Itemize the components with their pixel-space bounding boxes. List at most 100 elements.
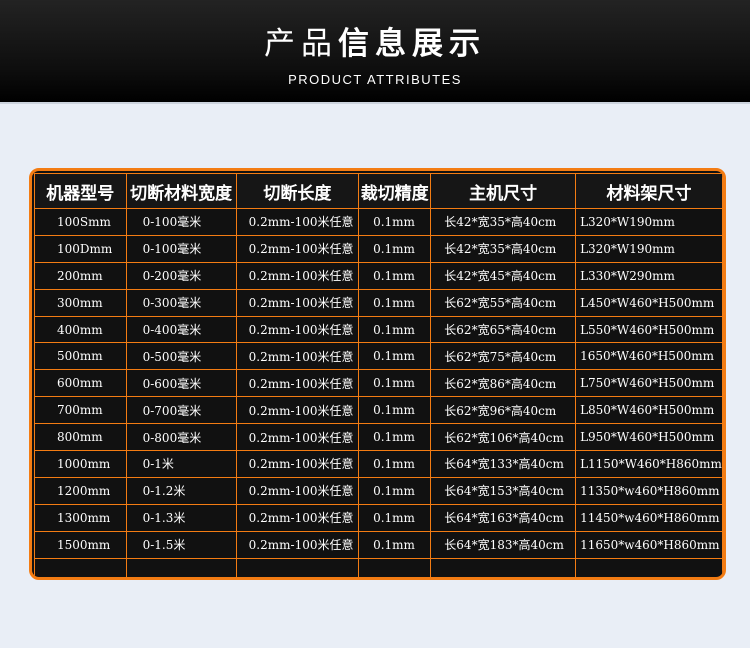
header-divider [0, 102, 750, 104]
table-cell: 0.2mm-100米任意 [235, 423, 360, 452]
empty-cell [125, 557, 237, 577]
table-cell: L950*W460*H500mm [575, 423, 723, 452]
table-row: 700mm 0-700毫米 0.2mm-100米任意 0.1mm 长62*宽96*高40… [34, 396, 723, 425]
empty-row [34, 557, 723, 577]
table-cell: 0.2mm-100米任意 [235, 503, 360, 532]
column-header: 切断材料宽度 [125, 173, 237, 209]
table-cell: 400mm [34, 315, 127, 344]
table-cell: 0.2mm-100米任意 [235, 396, 360, 425]
page-header: 产品信息展示 PRODUCT ATTRIBUTES [0, 0, 750, 102]
table-cell: 800mm [34, 423, 127, 452]
table-cell: 0-600毫米 [125, 369, 237, 398]
spec-table-frame: 机器型号 切断材料宽度 切断长度 裁切精度 主机尺寸 材料架尺寸 100Smm 0-100毫… [29, 168, 726, 580]
table-row: 1500mm 0-1.5米 0.2mm-100米任意 0.1mm 长64*宽183*高4… [34, 530, 723, 559]
table-cell: 长62*宽86*高40cm [430, 369, 577, 398]
table-cell: 0.2mm-100米任意 [235, 315, 360, 344]
table-cell: 1200mm [34, 476, 127, 505]
table-cell: 0.1mm [358, 342, 432, 371]
table-cell: L450*W460*H500mm [575, 288, 723, 317]
table-cell: 0.2mm-100米任意 [235, 369, 360, 398]
column-header: 切断长度 [235, 173, 360, 209]
table-cell: 0-700毫米 [125, 396, 237, 425]
table-cell: 0.1mm [358, 208, 432, 236]
table-cell: 1650*W460*H500mm [575, 342, 723, 371]
table-cell: 0-100毫米 [125, 234, 237, 263]
table-cell: 0-1米 [125, 450, 237, 478]
table-cell: 100Smm [34, 208, 127, 236]
table-cell: 1300mm [34, 503, 127, 532]
column-header: 机器型号 [34, 173, 127, 209]
table-cell: 0.2mm-100米任意 [235, 261, 360, 290]
table-row: 1300mm 0-1.3米 0.2mm-100米任意 0.1mm 长64*宽163*高4… [34, 503, 723, 532]
page-subtitle: PRODUCT ATTRIBUTES [288, 72, 462, 87]
table-cell: 500mm [34, 342, 127, 371]
column-header: 材料架尺寸 [575, 173, 723, 209]
table-row: 300mm 0-300毫米 0.2mm-100米任意 0.1mm 长62*宽55*高40… [34, 288, 723, 317]
table-cell: 长64*宽153*高40cm [430, 476, 577, 505]
table-cell: 0.2mm-100米任意 [235, 342, 360, 371]
column-header: 裁切精度 [358, 173, 432, 209]
table-cell: 0.2mm-100米任意 [235, 450, 360, 478]
table-cell: L330*W290mm [575, 261, 723, 290]
table-cell: 长42*宽45*高40cm [430, 261, 577, 290]
table-cell: 0.1mm [358, 315, 432, 344]
table-cell: 0.2mm-100米任意 [235, 208, 360, 236]
table-cell: 长62*宽106*高40cm [430, 423, 577, 452]
table-cell: L550*W460*H500mm [575, 315, 723, 344]
table-cell: 0.2mm-100米任意 [235, 530, 360, 559]
table-cell: 0-300毫米 [125, 288, 237, 317]
table-row: 500mm 0-500毫米 0.2mm-100米任意 0.1mm 长62*宽75*高40… [34, 342, 723, 371]
table-cell: 0.1mm [358, 369, 432, 398]
empty-cell [575, 557, 723, 577]
table-cell: 0.2mm-100米任意 [235, 476, 360, 505]
title-light: 产品 [264, 26, 338, 62]
empty-cell [235, 557, 360, 577]
title-bold: 信息展示 [338, 26, 486, 62]
table-cell: 长62*宽96*高40cm [430, 396, 577, 425]
table-cell: L1150*W460*H860mm [575, 450, 723, 478]
table-row: 200mm 0-200毫米 0.2mm-100米任意 0.1mm 长42*宽45*高40… [34, 261, 723, 290]
table-cell: 0-200毫米 [125, 261, 237, 290]
table-cell: 200mm [34, 261, 127, 290]
table-cell: 0-400毫米 [125, 315, 237, 344]
table-cell: 600mm [34, 369, 127, 398]
table-cell: 长62*宽55*高40cm [430, 288, 577, 317]
table-cell: L850*W460*H500mm [575, 396, 723, 425]
table-cell: 长64*宽163*高40cm [430, 503, 577, 532]
table-row: 100Smm 0-100毫米 0.2mm-100米任意 0.1mm 长42*宽35*高4… [34, 208, 723, 236]
empty-cell [34, 557, 127, 577]
table-row: 400mm 0-400毫米 0.2mm-100米任意 0.1mm 长62*宽65*高40… [34, 315, 723, 344]
table-cell: 0-500毫米 [125, 342, 237, 371]
table-cell: L320*W190mm [575, 208, 723, 236]
table-cell: 1500mm [34, 530, 127, 559]
table-cell: 0-1.5米 [125, 530, 237, 559]
table-cell: L750*W460*H500mm [575, 369, 723, 398]
column-header: 主机尺寸 [430, 173, 577, 209]
spec-table: 机器型号 切断材料宽度 切断长度 裁切精度 主机尺寸 材料架尺寸 100Smm 0-100毫… [34, 173, 723, 577]
table-cell: 长62*宽65*高40cm [430, 315, 577, 344]
table-row: 1200mm 0-1.2米 0.2mm-100米任意 0.1mm 长64*宽153*高4… [34, 476, 723, 505]
table-cell: 0.1mm [358, 396, 432, 425]
table-cell: 0.1mm [358, 234, 432, 263]
table-row: 1000mm 0-1米 0.2mm-100米任意 0.1mm 长64*宽133*高40c… [34, 450, 723, 478]
table-cell: 0-1.2米 [125, 476, 237, 505]
table-cell: 700mm [34, 396, 127, 425]
table-row: 800mm 0-800毫米 0.2mm-100米任意 0.1mm 长62*宽106*高4… [34, 423, 723, 452]
table-cell: 0.1mm [358, 261, 432, 290]
table-cell: 0.1mm [358, 450, 432, 478]
table-cell: 0.1mm [358, 288, 432, 317]
table-cell: 0.1mm [358, 503, 432, 532]
empty-cell [358, 557, 432, 577]
table-cell: 0.1mm [358, 423, 432, 452]
table-cell: 0.1mm [358, 476, 432, 505]
empty-cell [430, 557, 577, 577]
table-row: 600mm 0-600毫米 0.2mm-100米任意 0.1mm 长62*宽86*高40… [34, 369, 723, 398]
table-cell: 长64*宽183*高40cm [430, 530, 577, 559]
table-cell: 0.1mm [358, 530, 432, 559]
table-cell: 0.2mm-100米任意 [235, 288, 360, 317]
table-cell: 11450*w460*H860mm [575, 503, 723, 532]
table-cell: 长64*宽133*高40cm [430, 450, 577, 478]
table-cell: 11350*w460*H860mm [575, 476, 723, 505]
table-cell: 1000mm [34, 450, 127, 478]
table-cell: 长42*宽35*高40cm [430, 208, 577, 236]
